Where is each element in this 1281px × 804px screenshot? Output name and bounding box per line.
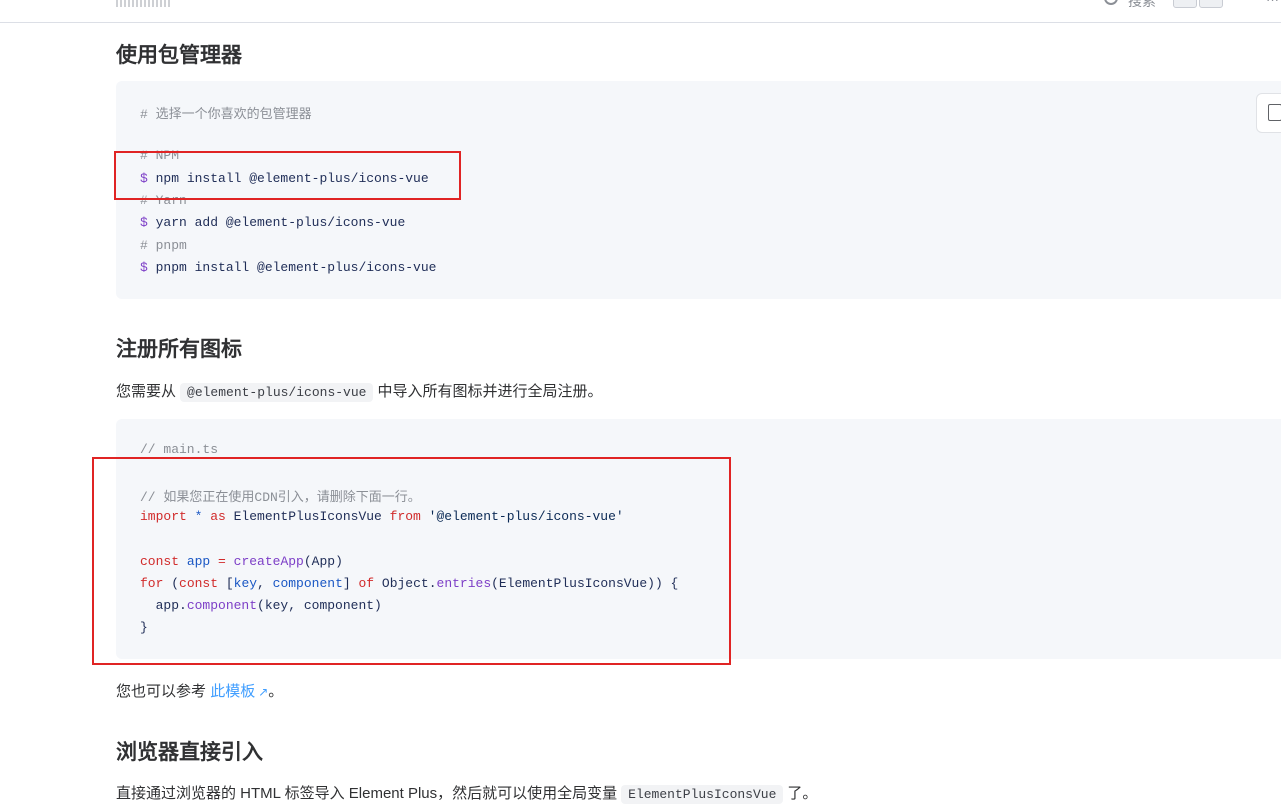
code-comment-main: // main.ts — [140, 442, 219, 457]
shortcut-key-k — [1199, 0, 1223, 8]
desc-text: 您需要从 — [116, 383, 177, 400]
browser-description: 直接通过浏览器的 HTML 标签导入 Element Plus，然后就可以使用全… — [116, 782, 818, 804]
highlight-box-register — [92, 457, 731, 665]
copy-code-button[interactable] — [1256, 93, 1281, 133]
ref-text: 您也可以参考 — [116, 683, 207, 700]
code-comment: # 选择一个你喜欢的包管理器 — [140, 107, 312, 122]
inline-code: @element-plus/icons-vue — [180, 383, 374, 402]
section-title-package-manager: 使用包管理器 — [116, 44, 242, 67]
desc-text: 了。 — [787, 785, 818, 802]
shell-prompt: $ — [140, 215, 148, 230]
inline-code: ElementPlusIconsVue — [621, 785, 784, 804]
desc-text: 中导入所有图标并进行全局注册。 — [377, 383, 603, 400]
highlight-box-npm — [114, 151, 461, 200]
yarn-command: yarn add @element-plus/icons-vue — [147, 215, 406, 230]
code-line-yarn: $ yarn add @element-plus/icons-vue — [140, 215, 405, 230]
pnpm-command: pnpm install @element-plus/icons-vue — [147, 260, 437, 275]
section-title-browser-import: 浏览器直接引入 — [116, 741, 263, 764]
more-icon[interactable]: ··· — [1266, 0, 1279, 7]
copy-icon — [1268, 104, 1281, 121]
search-label[interactable]: 搜索 — [1128, 0, 1156, 11]
desc-text: 直接通过浏览器的 HTML 标签导入 Element Plus，然后就可以使用全… — [116, 785, 618, 802]
top-navbar: 搜索 ··· — [0, 0, 1281, 23]
external-link-icon[interactable]: ↗ — [258, 685, 268, 699]
register-description: 您需要从 @element-plus/icons-vue 中导入所有图标并进行全局注… — [116, 380, 603, 402]
code-comment-pnpm: # pnpm — [140, 238, 187, 253]
site-logo[interactable] — [116, 0, 172, 7]
search-icon[interactable] — [1104, 0, 1118, 5]
section-title-register-icons: 注册所有图标 — [116, 338, 242, 361]
template-link[interactable]: 此模板 — [210, 683, 255, 700]
template-reference: 您也可以参考 此模板 ↗。 — [116, 680, 283, 701]
ref-text: 。 — [268, 683, 284, 700]
shell-prompt: $ — [140, 260, 148, 275]
code-line-pnpm: $ pnpm install @element-plus/icons-vue — [140, 260, 436, 275]
shortcut-key-ctrl — [1173, 0, 1197, 8]
